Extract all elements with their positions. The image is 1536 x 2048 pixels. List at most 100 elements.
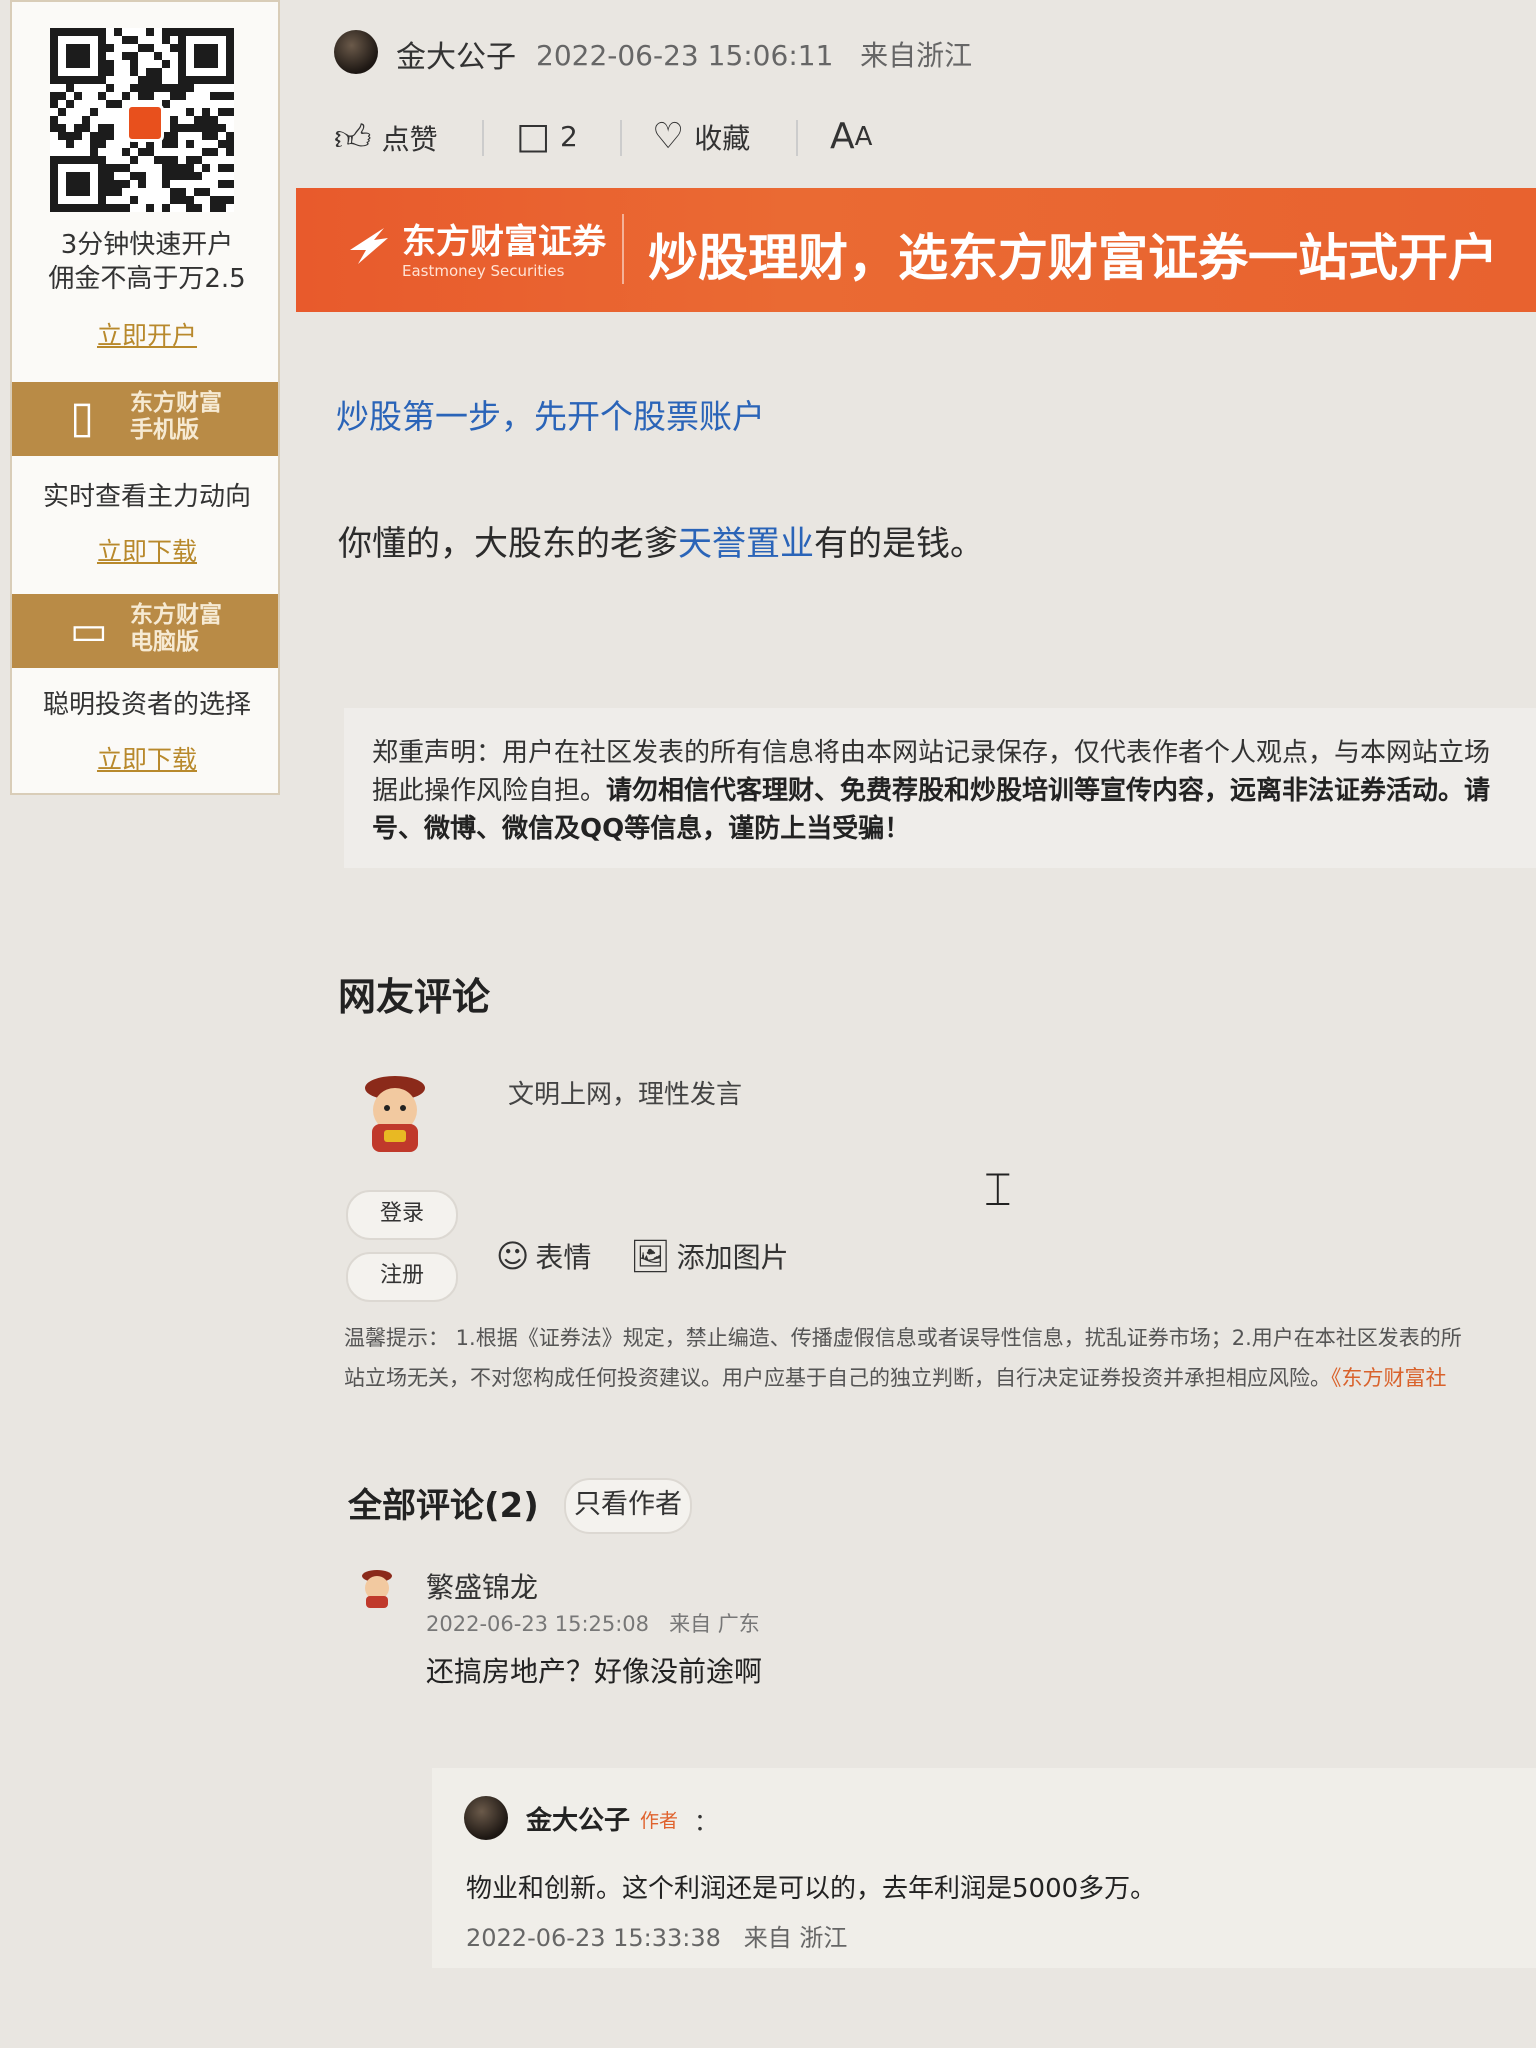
comment-input[interactable]: 文明上网，理性发言 bbox=[508, 1074, 742, 1111]
qr-module bbox=[186, 84, 194, 92]
author-name[interactable]: 金大公子 bbox=[396, 32, 516, 76]
qr-module bbox=[138, 44, 146, 52]
qr-module bbox=[154, 76, 162, 84]
qr-module bbox=[98, 124, 106, 132]
qr-module bbox=[202, 44, 210, 52]
qr-module bbox=[226, 132, 234, 140]
qr-module bbox=[202, 60, 210, 68]
qr-module bbox=[226, 148, 234, 156]
qr-module bbox=[114, 204, 122, 212]
qr-module bbox=[98, 180, 106, 188]
qr-module bbox=[202, 148, 210, 156]
qr-module bbox=[210, 44, 218, 52]
action-divider bbox=[796, 120, 798, 156]
qr-module bbox=[114, 28, 122, 36]
favorite-button[interactable]: ♡ 收藏 bbox=[652, 116, 750, 157]
post-content: 你懂的，大股东的老爹天誉置业有的是钱。 bbox=[338, 516, 984, 565]
qr-module bbox=[106, 188, 114, 196]
promo-commission-text: 佣金不高于万2.5 bbox=[48, 264, 246, 294]
qr-module bbox=[98, 68, 106, 76]
qr-module bbox=[50, 188, 58, 196]
qr-module bbox=[202, 124, 210, 132]
qr-module bbox=[194, 116, 202, 124]
qr-module bbox=[146, 68, 154, 76]
qr-module bbox=[186, 108, 194, 116]
post-meta: 2022-06-23 15:06:11 来自浙江 bbox=[536, 34, 972, 74]
eastmoney-securities-banner[interactable]: 东方财富证券 Eastmoney Securities 炒股理财，选东方财富证券… bbox=[296, 188, 1536, 312]
author-badge: 作者 bbox=[640, 1810, 679, 1832]
reply-datetime: 2022-06-23 15:33:38 bbox=[466, 1924, 721, 1952]
qr-module bbox=[218, 124, 226, 132]
qr-module bbox=[170, 132, 178, 140]
qr-module bbox=[90, 76, 98, 84]
only-author-button[interactable]: 只看作者 bbox=[564, 1478, 692, 1534]
community-rules-link[interactable]: 《东方财富社 bbox=[1331, 1366, 1447, 1390]
qr-module bbox=[138, 148, 146, 156]
qr-module bbox=[194, 28, 202, 36]
register-button[interactable]: 注册 bbox=[346, 1252, 458, 1302]
open-account-promo-link[interactable]: 炒股第一步，先开个股票账户 bbox=[336, 390, 765, 438]
like-button[interactable]: 👍︎ 点赞 bbox=[334, 116, 438, 160]
qr-module bbox=[226, 68, 234, 76]
qr-module bbox=[50, 116, 58, 124]
qr-module bbox=[66, 44, 74, 52]
qr-module bbox=[178, 36, 186, 44]
qr-module bbox=[106, 132, 114, 140]
qr-module bbox=[106, 172, 114, 180]
qr-module bbox=[98, 140, 106, 148]
emoji-button[interactable]: ☺ 表情 bbox=[496, 1236, 591, 1276]
reply-author-name[interactable]: 金大公子 bbox=[526, 1800, 630, 1837]
qr-module bbox=[226, 164, 234, 172]
qr-module bbox=[82, 188, 90, 196]
author-avatar[interactable] bbox=[334, 30, 378, 74]
download-desktop-link[interactable]: 立即下载 bbox=[12, 740, 282, 776]
qr-module bbox=[106, 100, 114, 108]
qr-module bbox=[194, 44, 202, 52]
qr-module bbox=[106, 68, 114, 76]
qr-module bbox=[58, 92, 66, 100]
qr-module bbox=[90, 28, 98, 36]
login-button[interactable]: 登录 bbox=[346, 1190, 458, 1240]
download-mobile-link[interactable]: 立即下载 bbox=[12, 532, 282, 568]
qr-module bbox=[58, 204, 66, 212]
qr-module bbox=[50, 204, 58, 212]
qr-module bbox=[186, 28, 194, 36]
qr-module bbox=[66, 204, 74, 212]
tips-line-1: 温馨提示： 1.根据《证券法》规定，禁止编造、传播虚假信息或者误导性信息，扰乱证… bbox=[344, 1326, 1462, 1350]
qr-module bbox=[178, 60, 186, 68]
qr-module bbox=[50, 60, 58, 68]
qr-module bbox=[202, 52, 210, 60]
add-image-button[interactable]: 🖼︎ 添加图片 bbox=[630, 1236, 789, 1276]
qr-module bbox=[66, 156, 74, 164]
open-account-link[interactable]: 立即开户 bbox=[12, 316, 282, 352]
commenter-avatar[interactable] bbox=[356, 1566, 398, 1608]
commenter-name[interactable]: 繁盛锦龙 bbox=[426, 1566, 538, 1606]
comment-count-button[interactable]: □ 2 bbox=[516, 116, 578, 157]
font-size-button[interactable]: A A bbox=[830, 116, 872, 157]
qr-module bbox=[50, 156, 58, 164]
qr-module bbox=[226, 52, 234, 60]
comment-meta: 2022-06-23 15:25:08 来自 广东 bbox=[426, 1608, 760, 1638]
reply-author-avatar[interactable] bbox=[464, 1796, 508, 1840]
qr-module bbox=[186, 196, 194, 204]
qr-module bbox=[226, 36, 234, 44]
qr-module bbox=[186, 156, 194, 164]
qr-module bbox=[218, 76, 226, 84]
mascot-avatar-icon bbox=[365, 1076, 425, 1152]
qr-module bbox=[130, 52, 138, 60]
qr-module bbox=[210, 76, 218, 84]
qr-module bbox=[210, 124, 218, 132]
qr-module bbox=[162, 84, 170, 92]
comment-text: 还搞房地产？好像没前途啊 bbox=[426, 1655, 763, 1688]
qr-module bbox=[122, 148, 130, 156]
qr-module bbox=[114, 100, 122, 108]
qr-module bbox=[170, 92, 178, 100]
like-label: 点赞 bbox=[381, 123, 438, 156]
stock-link[interactable]: 天誉置业 bbox=[678, 524, 814, 564]
qr-module bbox=[130, 36, 138, 44]
qr-module bbox=[162, 60, 170, 68]
qr-module bbox=[106, 164, 114, 172]
post-datetime: 2022-06-23 15:06:11 bbox=[536, 39, 834, 72]
desktop-app-band: ▭ 东方财富 电脑版 bbox=[12, 594, 278, 668]
qr-module bbox=[226, 92, 234, 100]
